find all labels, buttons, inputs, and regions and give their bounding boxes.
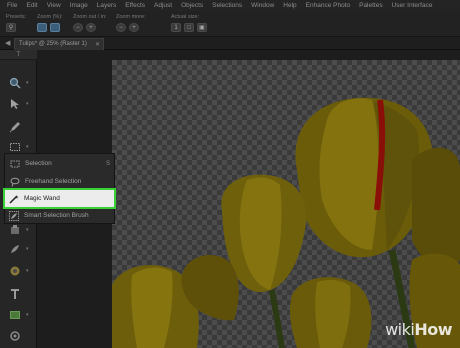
zoom-label: Zoom (%): bbox=[37, 14, 63, 20]
brush-select-icon bbox=[9, 210, 19, 221]
zoom-in-icon[interactable]: + bbox=[86, 23, 96, 32]
settings-icon[interactable] bbox=[8, 329, 22, 343]
dodge-tool-arrow-icon[interactable]: ▾ bbox=[26, 268, 29, 274]
presets-group: Presets: ⚲ bbox=[6, 14, 26, 32]
zoom-more-out-icon[interactable]: − bbox=[116, 23, 126, 32]
shape-tool-arrow-icon[interactable]: ▾ bbox=[26, 312, 29, 318]
zoom-out-icon[interactable]: − bbox=[73, 23, 83, 32]
selection-icon[interactable] bbox=[8, 140, 22, 154]
dodge-icon[interactable] bbox=[8, 264, 22, 278]
clone-icon[interactable] bbox=[8, 223, 22, 237]
menu-file[interactable]: File bbox=[7, 2, 17, 9]
zoom-value-field[interactable] bbox=[37, 23, 47, 32]
flyout-item-label: Freehand Selection bbox=[25, 178, 82, 185]
flyout-item-magic-wand[interactable]: Magic Wand bbox=[3, 188, 116, 209]
menu-edit[interactable]: Edit bbox=[26, 2, 37, 9]
actual-size-label: Actual size: bbox=[171, 14, 200, 20]
tab-scroll-icon[interactable]: ◀ bbox=[5, 39, 10, 47]
tools-panel-header: T bbox=[0, 50, 37, 60]
actual-size-group: Actual size: 1 □ ▣ bbox=[171, 14, 207, 32]
zoom-preset-icon[interactable]: ⚲ bbox=[6, 23, 16, 32]
zoom-group: Zoom (%): bbox=[37, 14, 63, 32]
flyout-item-selection[interactable]: Selection S bbox=[6, 155, 114, 172]
zoom-icon[interactable] bbox=[8, 76, 22, 90]
flyout-item-smart-selection-brush[interactable]: Smart Selection Brush bbox=[5, 207, 113, 224]
menu-palettes[interactable]: Palettes bbox=[359, 2, 383, 9]
watermark-part2: How bbox=[414, 320, 452, 339]
zoom-out-in-label: Zoom out / in: bbox=[73, 14, 107, 20]
menu-layers[interactable]: Layers bbox=[97, 2, 117, 9]
menu-effects[interactable]: Effects bbox=[125, 2, 145, 9]
close-icon[interactable]: ✕ bbox=[95, 41, 100, 48]
flyout-item-freehand-selection[interactable]: Freehand Selection bbox=[6, 173, 114, 190]
flyout-item-label: Magic Wand bbox=[24, 195, 60, 202]
flyout-item-label: Smart Selection Brush bbox=[24, 212, 89, 219]
image-canvas[interactable] bbox=[112, 60, 460, 348]
clone-tool-arrow-icon[interactable]: ▾ bbox=[26, 227, 29, 233]
menu-enhance-photo[interactable]: Enhance Photo bbox=[306, 2, 350, 9]
actual-size-icon[interactable]: 1 bbox=[171, 23, 181, 32]
dropper-icon[interactable] bbox=[8, 120, 22, 134]
zoom-spin-icon[interactable] bbox=[50, 23, 60, 32]
zoom-out-in-group: Zoom out / in: − + bbox=[73, 14, 107, 32]
presets-label: Presets: bbox=[6, 14, 27, 20]
zoom-more-in-icon[interactable]: + bbox=[129, 23, 139, 32]
menu-window[interactable]: Window bbox=[251, 2, 274, 9]
document-tab-row: ◀ Tulips* @ 25% (Raster 1) ✕ bbox=[0, 37, 460, 50]
selection-tool-arrow-icon[interactable]: ▾ bbox=[26, 144, 29, 150]
rectangle-select-icon bbox=[10, 159, 20, 169]
text-icon[interactable] bbox=[8, 287, 22, 301]
fit-window-icon[interactable]: □ bbox=[184, 23, 194, 32]
document-tab-title: Tulips* @ 25% (Raster 1) bbox=[19, 41, 87, 47]
paint-icon[interactable] bbox=[8, 242, 22, 256]
menu-objects[interactable]: Objects bbox=[181, 2, 203, 9]
lasso-icon bbox=[10, 177, 20, 187]
menu-adjust[interactable]: Adjust bbox=[154, 2, 172, 9]
zoom-more-group: Zoom more: − + bbox=[116, 14, 146, 32]
shortcut-key: S bbox=[105, 160, 110, 167]
menu-image[interactable]: Image bbox=[70, 2, 88, 9]
menu-view[interactable]: View bbox=[47, 2, 61, 9]
menu-bar: File Edit View Image Layers Effects Adju… bbox=[0, 0, 460, 11]
pick-icon[interactable] bbox=[8, 97, 22, 111]
shape-icon[interactable] bbox=[8, 308, 22, 322]
magic-wand-icon bbox=[9, 194, 19, 204]
watermark-logo: wikiHow bbox=[385, 320, 452, 339]
tulip-photo bbox=[112, 97, 460, 348]
menu-user-interface[interactable]: User Interface bbox=[392, 2, 433, 9]
menu-selections[interactable]: Selections bbox=[212, 2, 242, 9]
fit-image-icon[interactable]: ▣ bbox=[197, 23, 207, 32]
flyout-item-label: Selection bbox=[25, 160, 52, 167]
document-tab[interactable]: Tulips* @ 25% (Raster 1) ✕ bbox=[14, 38, 104, 50]
zoom-tool-arrow-icon[interactable]: ▾ bbox=[26, 80, 29, 86]
pick-tool-arrow-icon[interactable]: ▾ bbox=[26, 101, 29, 107]
menu-help[interactable]: Help bbox=[283, 2, 296, 9]
zoom-more-label: Zoom more: bbox=[116, 14, 146, 20]
tool-options-bar: Presets: ⚲ Zoom (%): Zoom out / in: − + … bbox=[0, 11, 460, 37]
watermark-part1: wiki bbox=[385, 320, 415, 339]
paint-tool-arrow-icon[interactable]: ▾ bbox=[26, 246, 29, 252]
